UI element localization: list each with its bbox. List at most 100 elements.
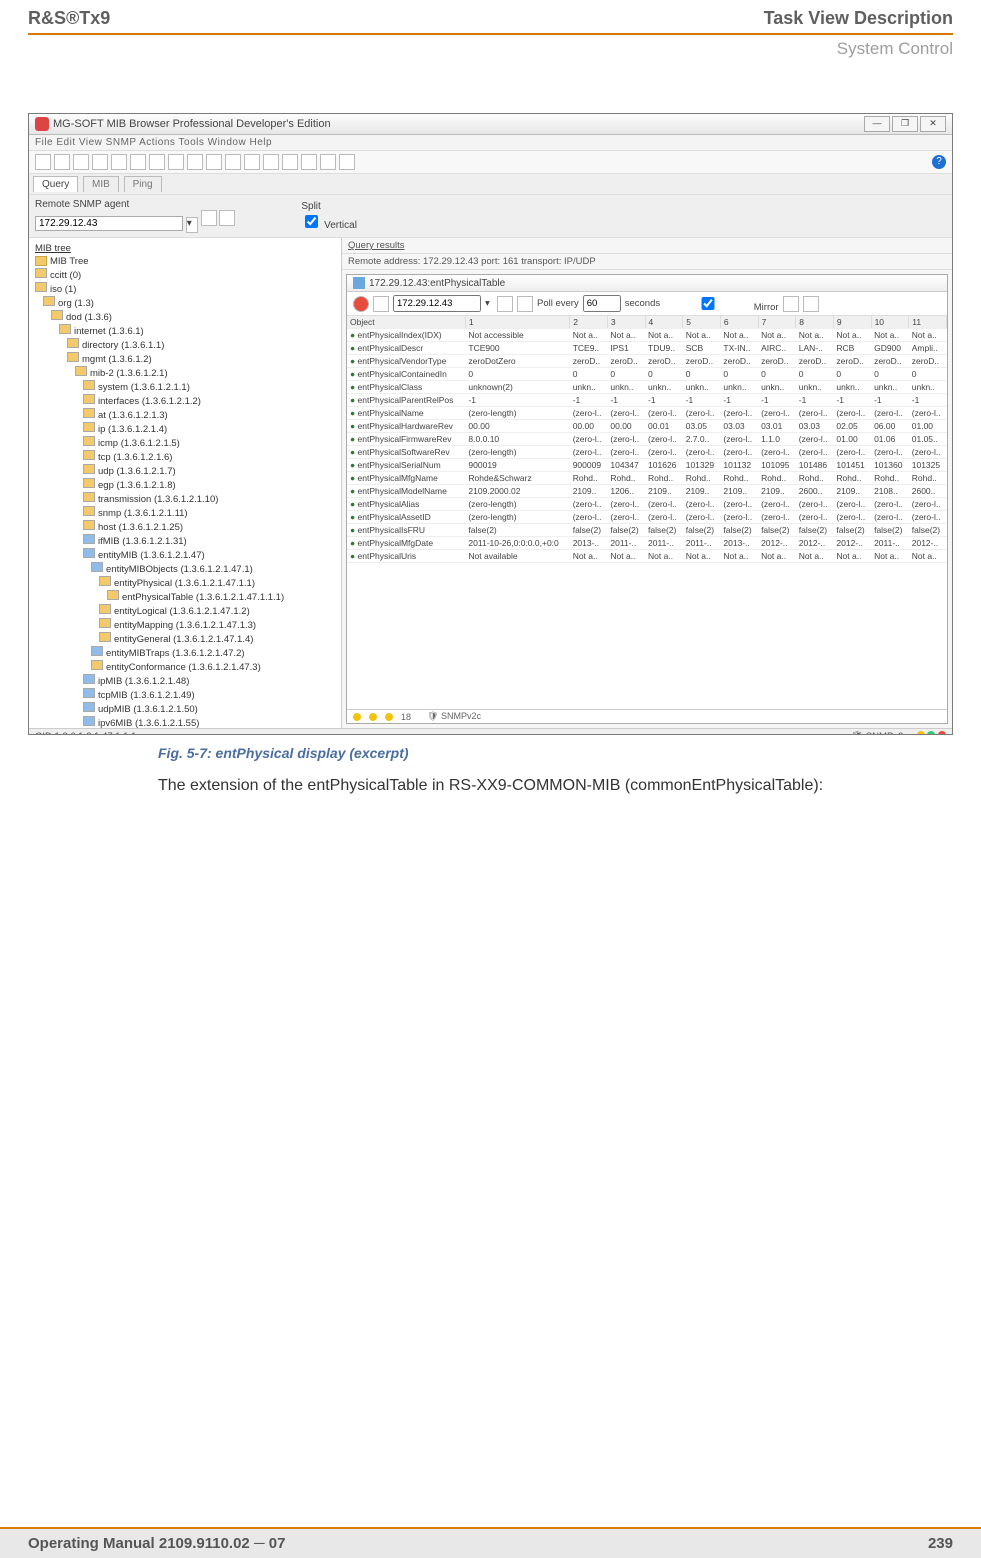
table-row[interactable]: ● entPhysicalVendorTypezeroDotZerozeroD.… [347, 355, 947, 368]
tree-item[interactable]: host (1.3.6.1.2.1.25) [35, 520, 335, 534]
tree-item[interactable]: entityMIBObjects (1.3.6.1.2.1.47.1) [35, 562, 335, 576]
tree-item[interactable]: entPhysicalTable (1.3.6.1.2.1.47.1.1.1) [35, 590, 335, 604]
toolbar-icon[interactable] [168, 154, 184, 170]
tree-item[interactable]: entityPhysical (1.3.6.1.2.1.47.1.1) [35, 576, 335, 590]
table-header[interactable]: Object [347, 316, 465, 329]
tree-item[interactable]: ccitt (0) [35, 268, 335, 282]
table-row[interactable]: ● entPhysicalParentRelPos-1-1-1-1-1-1-1-… [347, 394, 947, 407]
tree-item[interactable]: entityMIBTraps (1.3.6.1.2.1.47.2) [35, 646, 335, 660]
tree-item[interactable]: snmp (1.3.6.1.2.1.11) [35, 506, 335, 520]
table-row[interactable]: ● entPhysicalContainedIn00000000000 [347, 368, 947, 381]
tree-item[interactable]: org (1.3) [35, 296, 335, 310]
inner-ip-input[interactable] [393, 295, 481, 312]
table-row[interactable]: ● entPhysicalIndex(IDX)Not accessibleNot… [347, 329, 947, 342]
minimize-button[interactable]: — [864, 116, 890, 132]
mirror-checkbox[interactable]: Mirror [664, 294, 778, 313]
tree-item[interactable]: ip (1.3.6.1.2.1.4) [35, 422, 335, 436]
tree-item[interactable]: icmp (1.3.6.1.2.1.5) [35, 436, 335, 450]
toolbar-icon[interactable] [282, 154, 298, 170]
tree-item[interactable]: udp (1.3.6.1.2.1.7) [35, 464, 335, 478]
table-header[interactable]: 3 [607, 316, 645, 329]
table-row[interactable]: ● entPhysicalSoftwareRev(zero-length)(ze… [347, 446, 947, 459]
tree-item[interactable]: mgmt (1.3.6.1.2) [35, 352, 335, 366]
inner-btn-icon[interactable] [497, 296, 513, 312]
tab-query[interactable]: Query [33, 176, 78, 192]
tree-item[interactable]: system (1.3.6.1.2.1.1) [35, 380, 335, 394]
table-row[interactable]: ● entPhysicalFirmwareRev8.0.0.10(zero-l.… [347, 433, 947, 446]
table-row[interactable]: ● entPhysicalName(zero-length)(zero-l..(… [347, 407, 947, 420]
agent-btn-icon[interactable] [219, 210, 235, 226]
toolbar-icon[interactable] [225, 154, 241, 170]
toolbar-icon[interactable] [73, 154, 89, 170]
tree-item[interactable]: iso (1) [35, 282, 335, 296]
toolbar-icon[interactable] [244, 154, 260, 170]
tree-item[interactable]: entityMapping (1.3.6.1.2.1.47.1.3) [35, 618, 335, 632]
help-icon[interactable]: ? [932, 155, 946, 169]
table-header[interactable]: 1 [465, 316, 569, 329]
table-row[interactable]: ● entPhysicalUrisNot availableNot a..Not… [347, 550, 947, 563]
tree-item[interactable]: tcp (1.3.6.1.2.1.6) [35, 450, 335, 464]
tree-item[interactable]: directory (1.3.6.1.1) [35, 338, 335, 352]
table-header[interactable]: 6 [720, 316, 758, 329]
table-row[interactable]: ● entPhysicalSerialNum900019900009104347… [347, 459, 947, 472]
toolbar-icon[interactable] [149, 154, 165, 170]
tree-item[interactable]: dod (1.3.6) [35, 310, 335, 324]
agent-btn-icon[interactable] [201, 210, 217, 226]
table-row[interactable]: ● entPhysicalAssetID(zero-length)(zero-l… [347, 511, 947, 524]
table-header[interactable]: 7 [758, 316, 796, 329]
toolbar-icon[interactable] [130, 154, 146, 170]
vertical-checkbox[interactable]: Vertical [301, 212, 357, 231]
tree-container[interactable]: MIB Treeccitt (0)iso (1)org (1.3)dod (1.… [35, 255, 335, 728]
agent-input[interactable] [35, 216, 183, 231]
tree-item[interactable]: egp (1.3.6.1.2.1.8) [35, 478, 335, 492]
table-header[interactable]: 10 [871, 316, 909, 329]
table-header[interactable]: 8 [796, 316, 834, 329]
tree-item[interactable]: mib-2 (1.3.6.1.2.1) [35, 366, 335, 380]
table-scroll[interactable]: Object1234567891011● entPhysicalIndex(ID… [347, 316, 947, 709]
toolbar-icon[interactable] [339, 154, 355, 170]
tree-item[interactable]: interfaces (1.3.6.1.2.1.2) [35, 394, 335, 408]
table-header[interactable]: 9 [833, 316, 871, 329]
table-row[interactable]: ● entPhysicalAlias(zero-length)(zero-l..… [347, 498, 947, 511]
toolbar-icon[interactable] [35, 154, 51, 170]
tree-item[interactable]: transmission (1.3.6.1.2.1.10) [35, 492, 335, 506]
tree-item[interactable]: entityLogical (1.3.6.1.2.1.47.1.2) [35, 604, 335, 618]
tree-item[interactable]: ipv6MIB (1.3.6.1.2.1.55) [35, 716, 335, 728]
table-header[interactable]: 4 [645, 316, 683, 329]
menubar[interactable]: File Edit View SNMP Actions Tools Window… [29, 135, 952, 151]
toolbar-icon[interactable] [263, 154, 279, 170]
toolbar-icon[interactable] [206, 154, 222, 170]
close-button[interactable]: ✕ [920, 116, 946, 132]
tree-item[interactable]: entityGeneral (1.3.6.1.2.1.47.1.4) [35, 632, 335, 646]
table-row[interactable]: ● entPhysicalHardwareRev00.0000.0000.000… [347, 420, 947, 433]
tree-item[interactable]: entityMIB (1.3.6.1.2.1.47) [35, 548, 335, 562]
table-row[interactable]: ● entPhysicalMfgNameRohde&SchwarzRohd..R… [347, 472, 947, 485]
tree-item[interactable]: ifMIB (1.3.6.1.2.1.31) [35, 534, 335, 548]
toolbar-icon[interactable] [320, 154, 336, 170]
tree-item[interactable]: ipMIB (1.3.6.1.2.1.48) [35, 674, 335, 688]
stop-icon[interactable] [353, 296, 369, 312]
tree-item[interactable]: entityConformance (1.3.6.1.2.1.47.3) [35, 660, 335, 674]
tree-item[interactable]: internet (1.3.6.1) [35, 324, 335, 338]
dropdown-icon[interactable]: ▾ [186, 217, 198, 233]
toolbar-icon[interactable] [111, 154, 127, 170]
table-row[interactable]: ● entPhysicalModelName2109.2000.022109..… [347, 485, 947, 498]
toolbar-icon[interactable] [54, 154, 70, 170]
table-row[interactable]: ● entPhysicalMfgDate2011-10-26,0:0:0.0,+… [347, 537, 947, 550]
table-header[interactable]: 2 [570, 316, 608, 329]
tab-mib[interactable]: MIB [83, 176, 119, 192]
poll-input[interactable] [583, 295, 621, 312]
table-header[interactable]: 5 [683, 316, 721, 329]
table-row[interactable]: ● entPhysicalIsFRUfalse(2)false(2)false(… [347, 524, 947, 537]
maximize-button[interactable]: ❐ [892, 116, 918, 132]
inner-btn-icon[interactable] [517, 296, 533, 312]
refresh-icon[interactable] [373, 296, 389, 312]
table-row[interactable]: ● entPhysicalClassunknown(2)unkn..unkn..… [347, 381, 947, 394]
tab-ping[interactable]: Ping [124, 176, 162, 192]
inner-btn-icon[interactable] [803, 296, 819, 312]
toolbar-icon[interactable] [187, 154, 203, 170]
toolbar-icon[interactable] [301, 154, 317, 170]
table-header[interactable]: 11 [909, 316, 947, 329]
tree-item[interactable]: tcpMIB (1.3.6.1.2.1.49) [35, 688, 335, 702]
table-row[interactable]: ● entPhysicalDescrTCE900TCE9..IPS1TDU9..… [347, 342, 947, 355]
